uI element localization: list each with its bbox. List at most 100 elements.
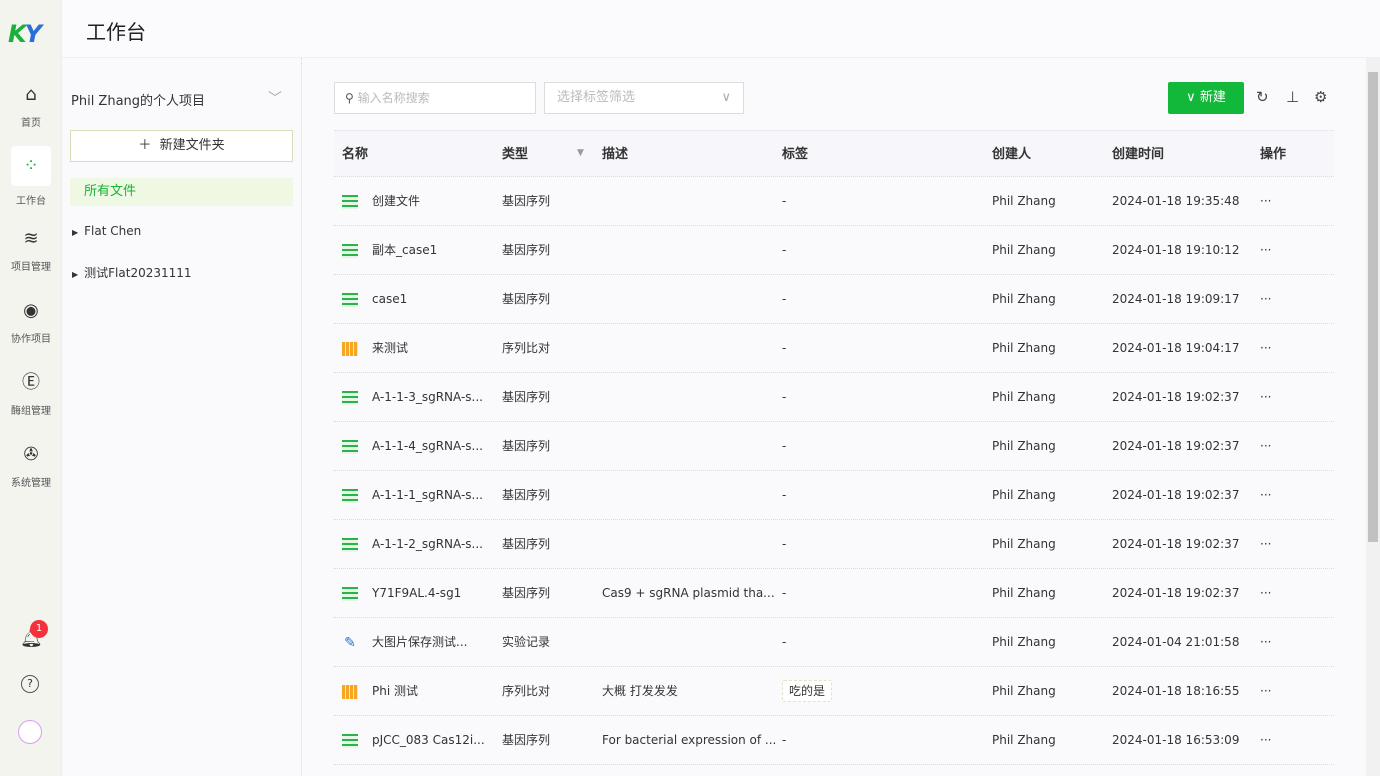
table-row[interactable]: A-1-1-4_sgRNA-s... 基因序列 - Phil Zhang 202…	[334, 422, 1334, 471]
more-actions-button[interactable]: ···	[1260, 373, 1271, 422]
gene-sequence-icon	[342, 587, 358, 601]
gene-sequence-icon	[342, 734, 358, 748]
table-row[interactable]: 副本_case1 基因序列 - Phil Zhang 2024-01-18 19…	[334, 226, 1334, 275]
file-name-text: 创建文件	[372, 194, 420, 208]
caret-right-icon[interactable]: ▶	[72, 270, 78, 279]
nav-label: 协作项目	[11, 334, 51, 345]
tag-filter-select[interactable]: 选择标签筛选∨	[544, 82, 744, 114]
tag-badge: -	[782, 733, 786, 747]
caret-right-icon[interactable]: ▶	[72, 228, 78, 237]
alignment-icon	[342, 685, 358, 699]
file-name[interactable]: pJCC_083 Cas12i...	[342, 716, 485, 765]
file-table: 名称 类型 描述 标签 创建人 创建时间 操作 创建文件 基因序列 - Phil Zhang…	[334, 130, 1334, 765]
file-creator: Phil Zhang	[992, 177, 1056, 226]
column-header[interactable]: 类型	[502, 131, 528, 178]
nav-item[interactable]: ◉协作项目	[0, 298, 62, 345]
file-name[interactable]: A-1-1-4_sgRNA-s...	[342, 422, 483, 471]
chevron-down-icon[interactable]: ﹀	[268, 88, 282, 108]
nav-item[interactable]: ⁘工作台	[0, 146, 62, 207]
table-row[interactable]: Phi 测试 序列比对 大概 打发发发 吃的是 Phil Zhang 2024-…	[334, 667, 1334, 716]
table-row[interactable]: A-1-1-3_sgRNA-s... 基因序列 - Phil Zhang 202…	[334, 373, 1334, 422]
nav-item[interactable]: Ⓔ酶组管理	[0, 370, 62, 417]
file-name[interactable]: 创建文件	[342, 177, 420, 226]
file-time: 2024-01-18 19:10:12	[1112, 226, 1239, 275]
column-header[interactable]: 创建人	[992, 131, 1031, 178]
nav-item[interactable]: ≋项目管理	[0, 226, 62, 273]
more-actions-button[interactable]: ···	[1260, 618, 1271, 667]
scrollbar[interactable]	[1366, 58, 1380, 776]
new-button[interactable]: ∨ 新建	[1168, 82, 1244, 114]
new-folder-button[interactable]: ＋ 新建文件夹	[70, 130, 293, 162]
table-row[interactable]: pJCC_083 Cas12i... 基因序列 For bacterial ex…	[334, 716, 1334, 765]
table-row[interactable]: A-1-1-2_sgRNA-s... 基因序列 - Phil Zhang 202…	[334, 520, 1334, 569]
file-type: 实验记录	[502, 618, 550, 667]
file-name[interactable]: 来测试	[342, 324, 408, 373]
more-actions-button[interactable]: ···	[1260, 569, 1271, 618]
file-creator: Phil Zhang	[992, 275, 1056, 324]
table-row[interactable]: ✎大图片保存测试... 实验记录 - Phil Zhang 2024-01-04…	[334, 618, 1334, 667]
table-row[interactable]: Y71F9AL.4-sg1 基因序列 Cas9 + sgRNA plasmid …	[334, 569, 1334, 618]
folder-item[interactable]: ▶ Flat Chen	[72, 224, 141, 238]
tag-badge: -	[782, 439, 786, 453]
gene-sequence-icon	[342, 293, 358, 307]
file-name[interactable]: A-1-1-2_sgRNA-s...	[342, 520, 483, 569]
file-name-text: case1	[372, 292, 407, 306]
table-row[interactable]: 创建文件 基因序列 - Phil Zhang 2024-01-18 19:35:…	[334, 177, 1334, 226]
scrollbar-thumb[interactable]	[1368, 72, 1378, 542]
more-actions-button[interactable]: ···	[1260, 471, 1271, 520]
tag-placeholder: 选择标签筛选	[557, 90, 635, 105]
column-header[interactable]: 描述	[602, 131, 628, 178]
file-name[interactable]: A-1-1-3_sgRNA-s...	[342, 373, 483, 422]
table-row[interactable]: A-1-1-1_sgRNA-s... 基因序列 - Phil Zhang 202…	[334, 471, 1334, 520]
file-creator: Phil Zhang	[992, 471, 1056, 520]
file-creator: Phil Zhang	[992, 324, 1056, 373]
search-input[interactable]: ⚲ 输入名称搜索	[334, 82, 536, 114]
all-files-item[interactable]: 所有文件	[70, 178, 293, 206]
file-name[interactable]: 副本_case1	[342, 226, 437, 275]
workbench-icon: ⁘	[11, 146, 51, 186]
wrench-icon: ✇	[18, 442, 44, 468]
file-type: 基因序列	[502, 569, 550, 618]
avatar[interactable]	[18, 720, 42, 744]
file-name[interactable]: A-1-1-1_sgRNA-s...	[342, 471, 483, 520]
column-header[interactable]: 创建时间	[1112, 131, 1164, 178]
more-actions-button[interactable]: ···	[1260, 520, 1271, 569]
file-name[interactable]: case1	[342, 275, 407, 324]
column-header[interactable]: 操作	[1260, 131, 1286, 178]
file-type: 基因序列	[502, 471, 550, 520]
column-header[interactable]: 标签	[782, 131, 808, 178]
more-actions-button[interactable]: ···	[1260, 324, 1271, 373]
nav-item[interactable]: ⌂首页	[0, 82, 62, 129]
file-type: 基因序列	[502, 177, 550, 226]
more-actions-button[interactable]: ···	[1260, 422, 1271, 471]
tag-badge: -	[782, 292, 786, 306]
project-selector[interactable]: Phil Zhang的个人项目	[71, 90, 205, 109]
more-actions-button[interactable]: ···	[1260, 716, 1271, 765]
gear-icon[interactable]: ⚙	[1314, 88, 1327, 106]
folder-item[interactable]: ▶测试Flat20231111	[72, 264, 192, 281]
file-name[interactable]: Y71F9AL.4-sg1	[342, 569, 461, 618]
column-height-icon[interactable]: ⊥	[1286, 88, 1299, 106]
table-header: 名称 类型 描述 标签 创建人 创建时间 操作	[334, 130, 1334, 177]
nav-label: 项目管理	[11, 262, 51, 273]
more-actions-button[interactable]: ···	[1260, 275, 1271, 324]
column-header[interactable]: 名称	[342, 131, 368, 178]
refresh-icon[interactable]: ↻	[1256, 88, 1269, 106]
more-actions-button[interactable]: ···	[1260, 177, 1271, 226]
file-type: 基因序列	[502, 373, 550, 422]
folder-label: Flat Chen	[84, 224, 141, 238]
table-row[interactable]: case1 基因序列 - Phil Zhang 2024-01-18 19:09…	[334, 275, 1334, 324]
file-name[interactable]: ✎大图片保存测试...	[342, 618, 467, 667]
more-actions-button[interactable]: ···	[1260, 667, 1271, 716]
nav-item[interactable]: ✇系统管理	[0, 442, 62, 489]
table-row[interactable]: 来测试 序列比对 - Phil Zhang 2024-01-18 19:04:1…	[334, 324, 1334, 373]
help-icon[interactable]: ?	[21, 675, 39, 693]
file-creator: Phil Zhang	[992, 716, 1056, 765]
filter-icon[interactable]: ▼	[577, 148, 584, 158]
file-name-text: A-1-1-3_sgRNA-s...	[372, 390, 483, 404]
file-name[interactable]: Phi 测试	[342, 667, 418, 716]
file-name-text: 副本_case1	[372, 243, 437, 257]
file-time: 2024-01-18 19:09:17	[1112, 275, 1239, 324]
file-name-text: Y71F9AL.4-sg1	[372, 586, 461, 600]
more-actions-button[interactable]: ···	[1260, 226, 1271, 275]
